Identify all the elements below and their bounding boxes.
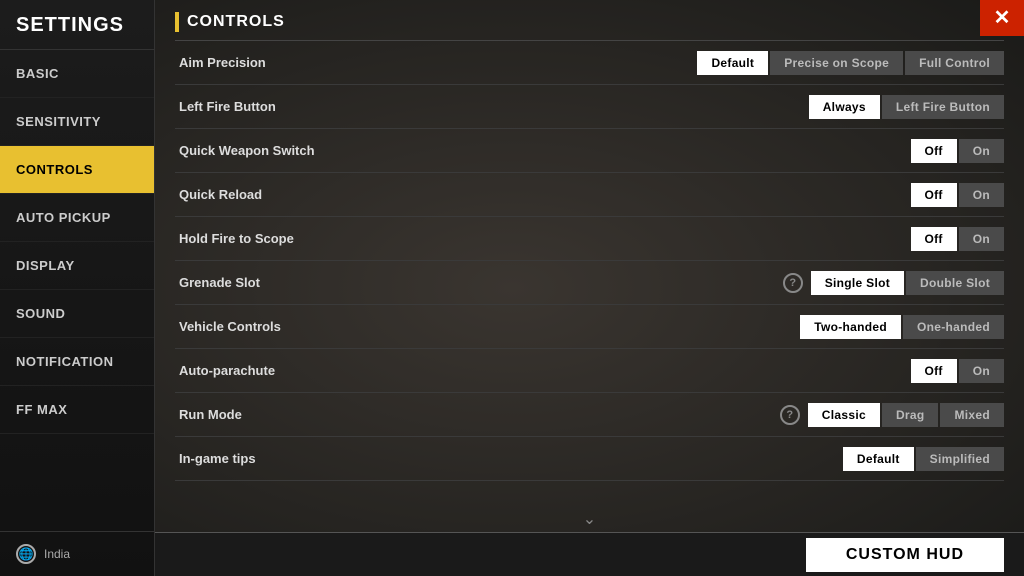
bottom-bar: ⌄ CUSTOM HUD [155, 532, 1024, 576]
run-mode-mixed-btn[interactable]: Mixed [940, 403, 1004, 427]
quick-weapon-label: Quick Weapon Switch [175, 143, 911, 158]
setting-row-ingame-tips: In-game tips Default Simplified [175, 437, 1004, 481]
left-fire-controls: Always Left Fire Button [809, 95, 1004, 119]
settings-list: Aim Precision Default Precise on Scope F… [175, 40, 1004, 481]
hold-fire-label: Hold Fire to Scope [175, 231, 911, 246]
controls-section: CONTROLS Aim Precision Default Precise o… [155, 0, 1024, 532]
hold-fire-controls: Off On [911, 227, 1005, 251]
run-mode-controls: Classic Drag Mixed [808, 403, 1004, 427]
grenade-double-btn[interactable]: Double Slot [906, 271, 1004, 295]
setting-row-parachute: Auto-parachute Off On [175, 349, 1004, 393]
ingame-tips-controls: Default Simplified [843, 447, 1004, 471]
quick-weapon-on-btn[interactable]: On [959, 139, 1004, 163]
parachute-on-btn[interactable]: On [959, 359, 1004, 383]
section-bar-accent [175, 12, 179, 32]
parachute-controls: Off On [911, 359, 1005, 383]
settings-title: SETTINGS [0, 0, 154, 50]
run-mode-help-icon[interactable]: ? [780, 405, 800, 425]
country-label: India [44, 547, 70, 561]
left-fire-label: Left Fire Button [175, 99, 809, 114]
run-mode-classic-btn[interactable]: Classic [808, 403, 880, 427]
aim-precision-label: Aim Precision [175, 55, 697, 70]
aim-precision-controls: Default Precise on Scope Full Control [697, 51, 1004, 75]
parachute-label: Auto-parachute [175, 363, 911, 378]
sidebar: SETTINGS BASIC SENSITIVITY CONTROLS AUTO… [0, 0, 155, 576]
grenade-single-btn[interactable]: Single Slot [811, 271, 904, 295]
setting-row-grenade: Grenade Slot ? Single Slot Double Slot [175, 261, 1004, 305]
ingame-tips-default-btn[interactable]: Default [843, 447, 914, 471]
setting-row-quick-weapon: Quick Weapon Switch Off On [175, 129, 1004, 173]
left-fire-button-btn[interactable]: Left Fire Button [882, 95, 1004, 119]
sidebar-item-basic[interactable]: BASIC [0, 50, 154, 98]
grenade-controls: Single Slot Double Slot [811, 271, 1004, 295]
aim-precision-precise-btn[interactable]: Precise on Scope [770, 51, 903, 75]
close-icon: ✕ [994, 8, 1011, 28]
setting-row-quick-reload: Quick Reload Off On [175, 173, 1004, 217]
ingame-tips-simplified-btn[interactable]: Simplified [916, 447, 1004, 471]
run-mode-drag-btn[interactable]: Drag [882, 403, 939, 427]
parachute-off-btn[interactable]: Off [911, 359, 957, 383]
hold-fire-on-btn[interactable]: On [959, 227, 1004, 251]
main-content: ✕ CONTROLS Aim Precision Default Precise… [155, 0, 1024, 576]
setting-row-run-mode: Run Mode ? Classic Drag Mixed [175, 393, 1004, 437]
aim-precision-default-btn[interactable]: Default [697, 51, 768, 75]
quick-weapon-off-btn[interactable]: Off [911, 139, 957, 163]
vehicle-one-handed-btn[interactable]: One-handed [903, 315, 1004, 339]
close-button[interactable]: ✕ [980, 0, 1024, 36]
app-container: SETTINGS BASIC SENSITIVITY CONTROLS AUTO… [0, 0, 1024, 576]
sidebar-item-ff-max[interactable]: FF MAX [0, 386, 154, 434]
quick-reload-controls: Off On [911, 183, 1005, 207]
sidebar-item-sound[interactable]: SOUND [0, 290, 154, 338]
setting-row-hold-fire: Hold Fire to Scope Off On [175, 217, 1004, 261]
setting-row-left-fire: Left Fire Button Always Left Fire Button [175, 85, 1004, 129]
sidebar-bottom: 🌐 India [0, 531, 154, 576]
section-title: CONTROLS [187, 13, 285, 31]
ingame-tips-label: In-game tips [175, 451, 843, 466]
aim-precision-full-btn[interactable]: Full Control [905, 51, 1004, 75]
quick-reload-off-btn[interactable]: Off [911, 183, 957, 207]
sidebar-item-sensitivity[interactable]: SENSITIVITY [0, 98, 154, 146]
sidebar-item-display[interactable]: DISPLAY [0, 242, 154, 290]
grenade-label: Grenade Slot [175, 275, 783, 290]
scroll-down-icon: ⌄ [583, 509, 596, 529]
sidebar-item-controls[interactable]: CONTROLS [0, 146, 154, 194]
section-header: CONTROLS [175, 12, 1004, 32]
setting-row-vehicle: Vehicle Controls Two-handed One-handed [175, 305, 1004, 349]
quick-reload-label: Quick Reload [175, 187, 911, 202]
globe-icon: 🌐 [16, 544, 36, 564]
hold-fire-off-btn[interactable]: Off [911, 227, 957, 251]
sidebar-item-notification[interactable]: NOTIFICATION [0, 338, 154, 386]
quick-reload-on-btn[interactable]: On [959, 183, 1004, 207]
vehicle-controls: Two-handed One-handed [800, 315, 1004, 339]
setting-row-aim-precision: Aim Precision Default Precise on Scope F… [175, 41, 1004, 85]
run-mode-label: Run Mode [175, 407, 780, 422]
vehicle-two-handed-btn[interactable]: Two-handed [800, 315, 901, 339]
sidebar-item-auto-pickup[interactable]: AUTO PICKUP [0, 194, 154, 242]
quick-weapon-controls: Off On [911, 139, 1005, 163]
custom-hud-button[interactable]: CUSTOM HUD [806, 538, 1004, 572]
vehicle-label: Vehicle Controls [175, 319, 800, 334]
grenade-help-icon[interactable]: ? [783, 273, 803, 293]
left-fire-always-btn[interactable]: Always [809, 95, 880, 119]
